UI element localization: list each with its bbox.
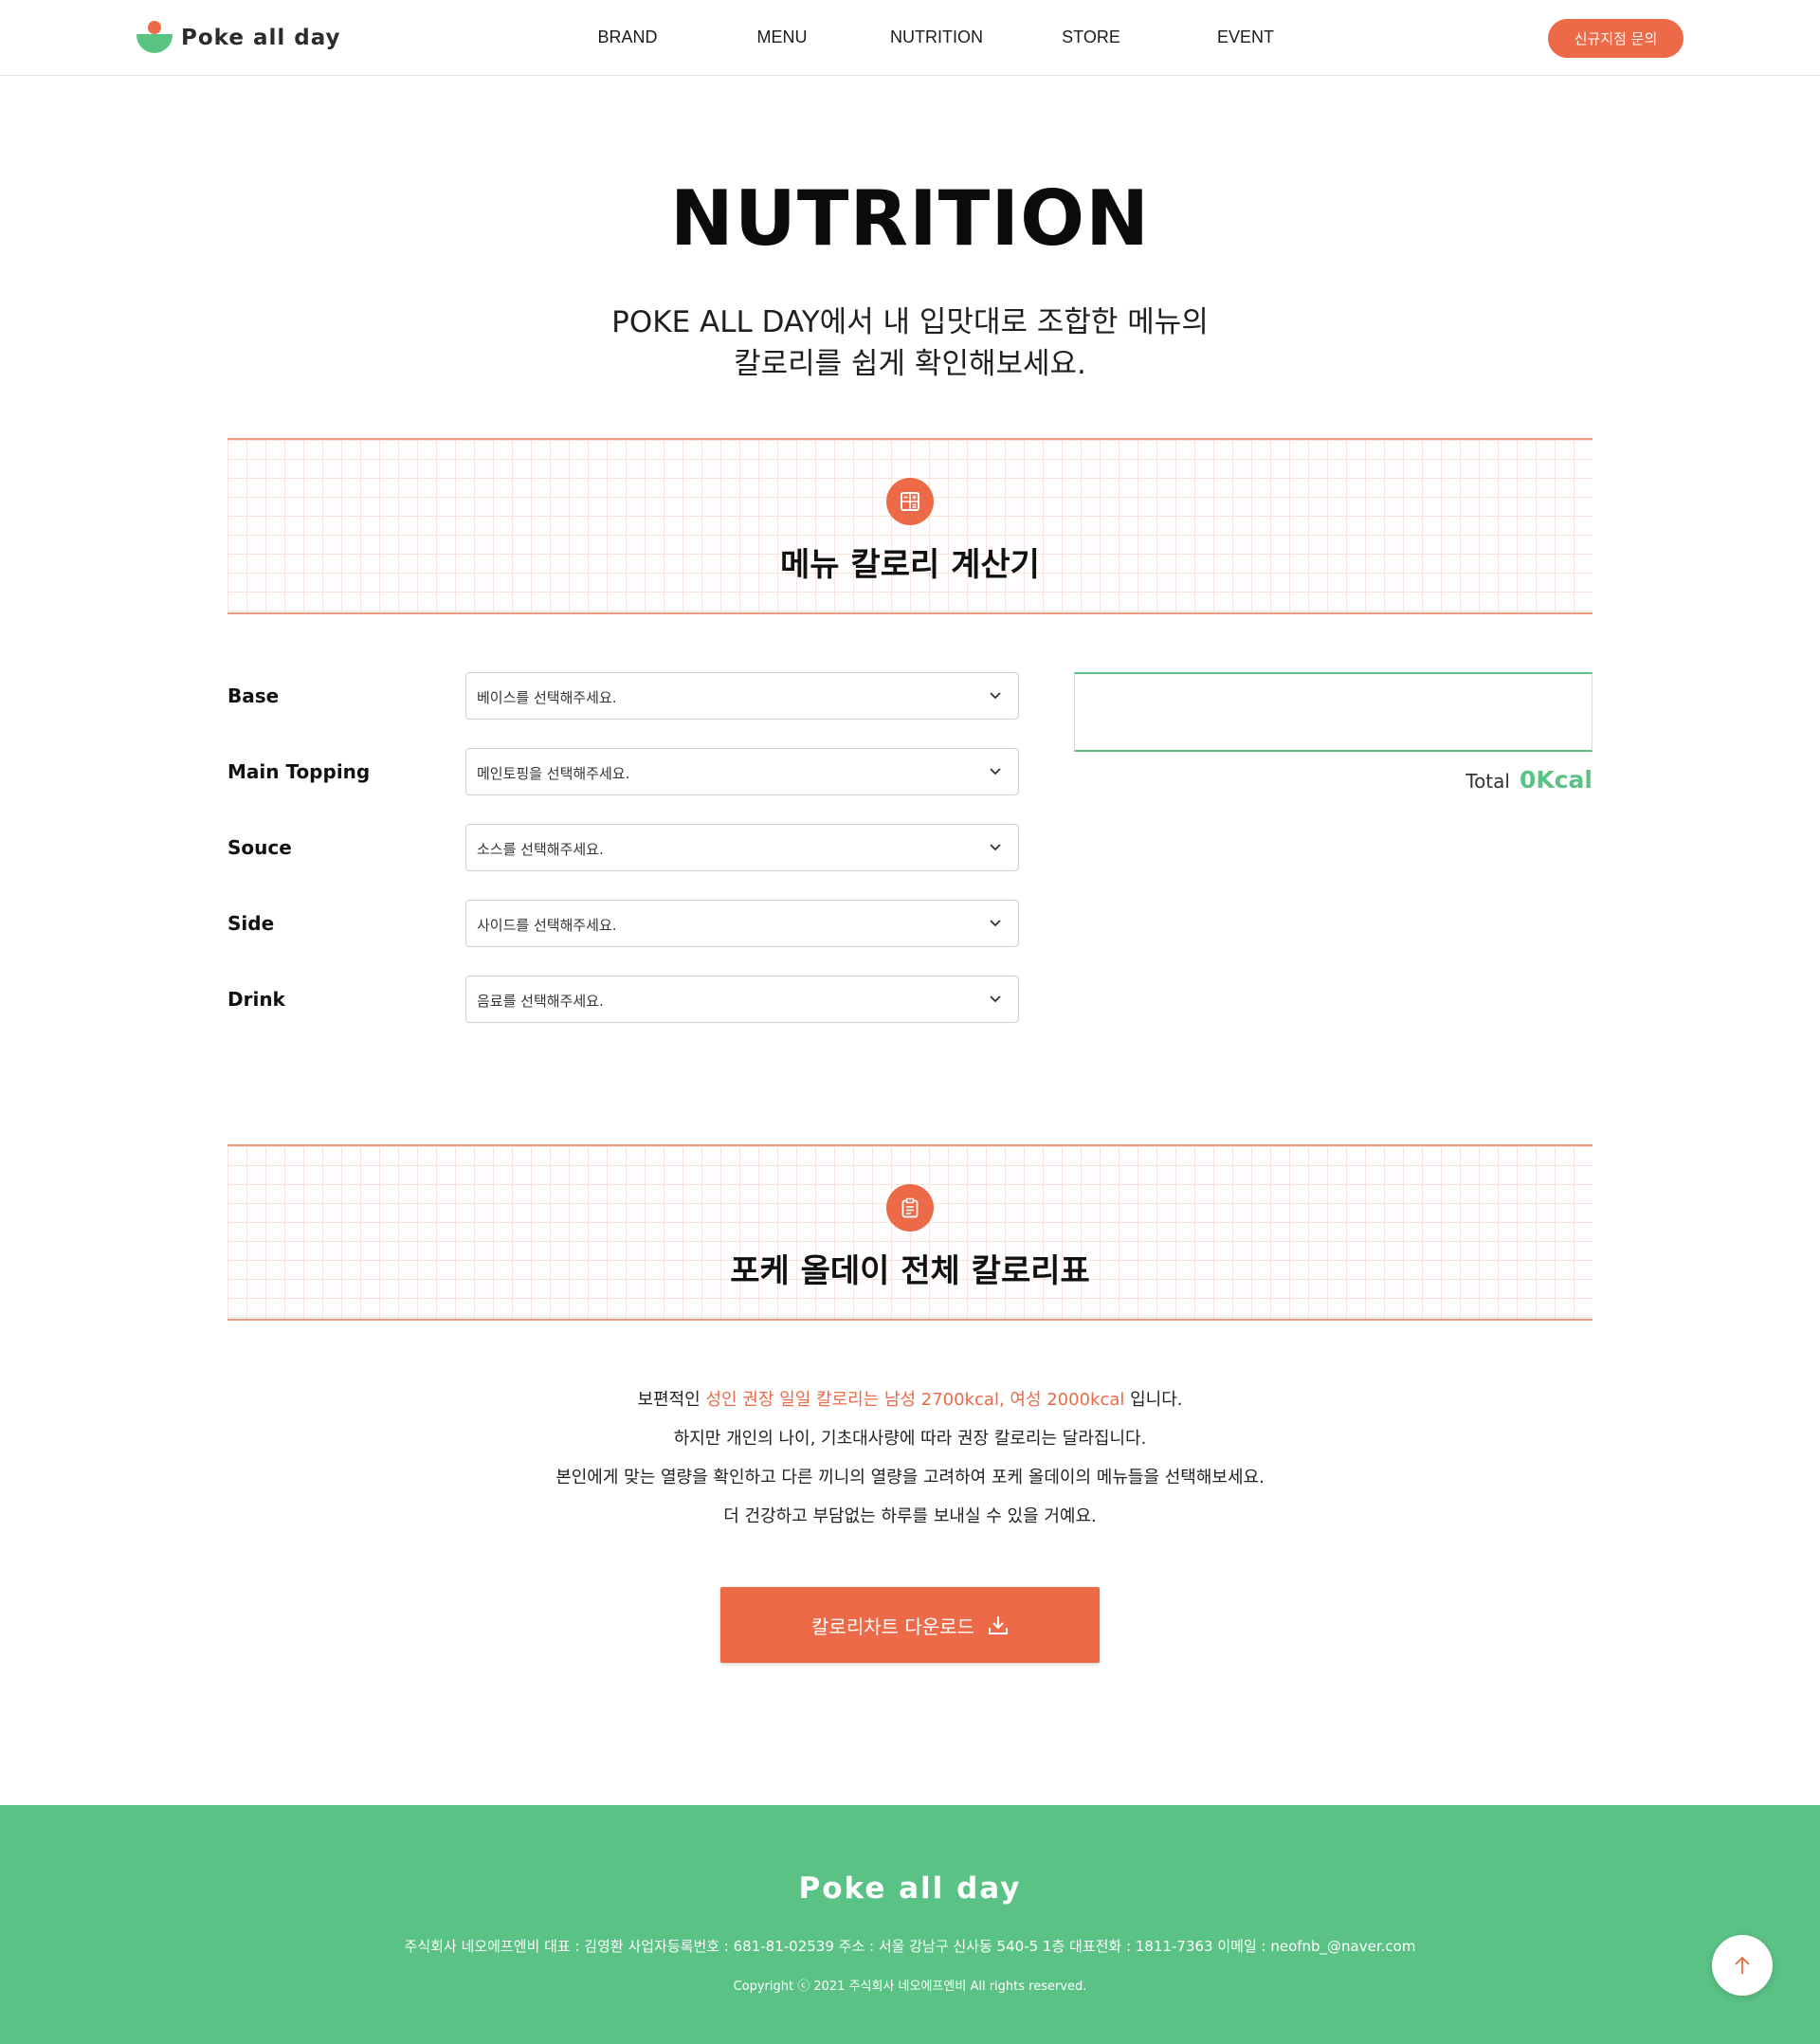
side-select-placeholder: 사이드를 선택해주세요. — [477, 917, 617, 934]
page-title: NUTRITION — [669, 174, 1151, 263]
selected-items-box — [1074, 672, 1592, 752]
chevron-down-icon — [990, 692, 1001, 700]
calorie-info-line-4: 더 건강하고 부담없는 하루를 보내실 수 있을 거예요. — [723, 1506, 1097, 1526]
arrow-up-icon — [1735, 1956, 1750, 1974]
nav-nutrition[interactable]: NUTRITION — [890, 27, 983, 47]
chevron-down-icon — [990, 768, 1001, 776]
nav-menu[interactable]: MENU — [757, 27, 808, 47]
calorie-chart-header: 포케 올데이 전체 칼로리표 — [228, 1144, 1592, 1321]
site-header: Poke all day BRAND MENU NUTRITION STORE … — [0, 0, 1820, 76]
base-select-placeholder: 베이스를 선택해주세요. — [477, 689, 617, 706]
calorie-info-line-3: 본인에게 맞는 열량을 확인하고 다른 끼니의 열량을 고려하여 포케 올데이의… — [555, 1468, 1265, 1487]
sauce-select-placeholder: 소스를 선택해주세요. — [477, 841, 604, 858]
clipboard-icon — [886, 1184, 934, 1232]
calorie-chart-title: 포케 올데이 전체 칼로리표 — [730, 1252, 1090, 1290]
calorie-chart-download-button[interactable]: 칼로리차트 다운로드 — [720, 1587, 1100, 1663]
total-label: Total — [1465, 770, 1510, 793]
main-topping-select-placeholder: 메인토핑을 선택해주세요. — [477, 765, 630, 782]
logo[interactable]: Poke all day — [134, 17, 341, 59]
side-label: Side — [228, 912, 275, 935]
chevron-down-icon — [990, 920, 1001, 927]
info-text: 입니다. — [1124, 1390, 1183, 1410]
sauce-label: Souce — [228, 836, 292, 859]
recommended-calorie-highlight: 성인 권장 일일 칼로리는 남성 2700kcal, 여성 2000kcal — [705, 1390, 1125, 1410]
total-calories: Total 0Kcal — [1465, 766, 1592, 794]
nav-event[interactable]: EVENT — [1217, 27, 1274, 47]
intro-line-2: 칼로리를 쉽게 확인해보세요. — [734, 347, 1086, 381]
total-value: 0Kcal — [1519, 766, 1592, 794]
download-icon — [988, 1616, 1008, 1634]
calorie-info-text: 보편적인 성인 권장 일일 칼로리는 남성 2700kcal, 여성 2000k… — [0, 1380, 1820, 1536]
footer-logo: Poke all day — [798, 1871, 1022, 1906]
intro-line-1: POKE ALL DAY에서 내 입맛대로 조합한 메뉴의 — [611, 305, 1209, 339]
nav-store[interactable]: STORE — [1062, 27, 1120, 47]
calculator-icon — [886, 478, 934, 525]
calculator-header: 메뉴 칼로리 계산기 — [228, 438, 1592, 614]
info-text: 보편적인 — [637, 1390, 706, 1410]
drink-select[interactable]: 음료를 선택해주세요. — [465, 976, 1019, 1023]
sauce-select[interactable]: 소스를 선택해주세요. — [465, 824, 1019, 871]
intro-text: POKE ALL DAY에서 내 입맛대로 조합한 메뉴의 칼로리를 쉽게 확인… — [0, 301, 1820, 385]
download-button-label: 칼로리차트 다운로드 — [811, 1615, 974, 1638]
logo-bowl-icon — [134, 17, 173, 59]
copyright: Copyright ⓒ 2021 주식회사 네오에프엔비 All rights … — [733, 1980, 1087, 1994]
chevron-down-icon — [990, 995, 1001, 1003]
scroll-to-top-button[interactable] — [1712, 1935, 1773, 1996]
base-label: Base — [228, 684, 280, 707]
base-select[interactable]: 베이스를 선택해주세요. — [465, 672, 1019, 720]
calorie-info-line-1: 보편적인 성인 권장 일일 칼로리는 남성 2700kcal, 여성 2000k… — [0, 1380, 1820, 1419]
drink-label: Drink — [228, 988, 285, 1011]
main-topping-label: Main Topping — [228, 760, 371, 783]
calculator-title: 메뉴 칼로리 계산기 — [780, 546, 1040, 584]
drink-select-placeholder: 음료를 선택해주세요. — [477, 993, 604, 1010]
main-topping-select[interactable]: 메인토핑을 선택해주세요. — [465, 748, 1019, 795]
new-store-inquiry-button[interactable]: 신규지점 문의 — [1548, 19, 1684, 58]
side-select[interactable]: 사이드를 선택해주세요. — [465, 900, 1019, 947]
company-info: 주식회사 네오에프엔비 대표 : 김영환 사업자등록번호 : 681-81-02… — [404, 1938, 1416, 1955]
calorie-info-line-2: 하지만 개인의 나이, 기초대사량에 따라 권장 칼로리는 달라집니다. — [673, 1429, 1147, 1449]
logo-text: Poke all day — [181, 26, 341, 50]
chevron-down-icon — [990, 844, 1001, 851]
nav-brand[interactable]: BRAND — [597, 27, 657, 47]
site-footer: Poke all day 주식회사 네오에프엔비 대표 : 김영환 사업자등록번… — [0, 1805, 1820, 2044]
